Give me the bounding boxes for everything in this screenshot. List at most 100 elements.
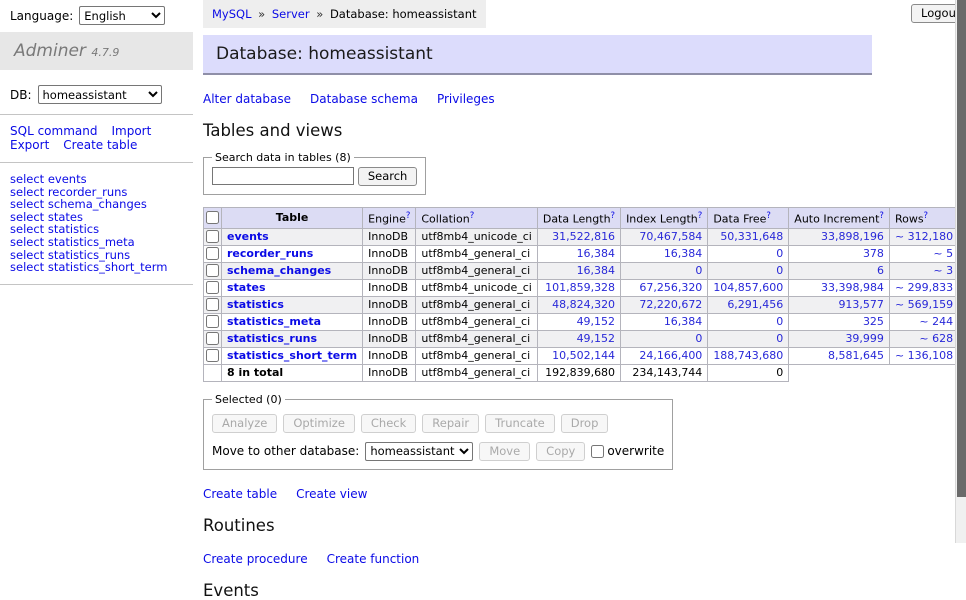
row-checkbox[interactable] [206, 315, 219, 328]
link-select-statistics-short-term[interactable]: select statistics_short_term [10, 261, 193, 274]
copy-button[interactable]: Copy [536, 442, 585, 461]
link-create-view[interactable]: Create view [296, 487, 367, 501]
import-link[interactable]: Import [111, 124, 151, 138]
language-bar: Language: English [0, 0, 193, 25]
row-checkbox[interactable] [206, 230, 219, 243]
table-row: statisticsInnoDButf8mb4_general_ci48,824… [204, 296, 966, 313]
scrollbar-thumb[interactable] [957, 0, 966, 497]
link-create-table[interactable]: Create table [203, 487, 277, 501]
events-heading: Events [203, 581, 955, 600]
row-checkbox[interactable] [206, 298, 219, 311]
table-name-link[interactable]: recorder_runs [227, 247, 313, 260]
divider [0, 162, 193, 163]
row-checkbox[interactable] [206, 332, 219, 345]
selected-fieldset: Selected (0) Analyze Optimize Check Repair T… [203, 393, 673, 470]
table-row: statistics_short_termInnoDButf8mb4_gener… [204, 347, 966, 364]
search-button[interactable]: Search [358, 167, 418, 186]
help-icon[interactable]: ? [766, 211, 771, 221]
row-checkbox[interactable] [206, 247, 219, 260]
table-row: recorder_runsInnoDButf8mb4_general_ci16,… [204, 245, 966, 262]
divider [0, 284, 193, 285]
breadcrumb: MySQL » Server » Database: homeassistant [203, 0, 486, 28]
table-row: statistics_runsInnoDButf8mb4_general_ci4… [204, 330, 966, 347]
sidebar-actions: SQL command Import Export Create table [10, 125, 193, 152]
optimize-button[interactable]: Optimize [283, 414, 355, 433]
column-header-index-length: Index Length? [621, 208, 708, 229]
help-icon[interactable]: ? [924, 211, 929, 221]
table-name-link[interactable]: schema_changes [227, 264, 331, 277]
table-name-link[interactable]: states [227, 281, 266, 294]
sidebar: Language: English Adminer 4.7.9 DB: home… [0, 0, 193, 295]
link-create-procedure[interactable]: Create procedure [203, 552, 308, 566]
breadcrumb-mysql-link[interactable]: MySQL [212, 7, 252, 21]
move-database-select[interactable]: homeassistant [365, 442, 473, 461]
divider [0, 114, 193, 115]
row-checkbox[interactable] [206, 349, 219, 362]
link-select-events[interactable]: select events [10, 173, 193, 186]
row-checkbox[interactable] [206, 281, 219, 294]
help-icon[interactable]: ? [611, 211, 616, 221]
create-table-link[interactable]: Create table [63, 138, 137, 152]
drop-button[interactable]: Drop [561, 414, 609, 433]
overwrite-checkbox[interactable] [591, 445, 604, 458]
column-header-data-free: Data Free? [708, 208, 789, 229]
row-checkbox[interactable] [206, 264, 219, 277]
db-select[interactable]: homeassistant [38, 85, 162, 104]
column-header-data-length: Data Length? [537, 208, 620, 229]
scrollbar[interactable] [955, 0, 966, 543]
help-icon[interactable]: ? [698, 211, 703, 221]
help-icon[interactable]: ? [879, 211, 884, 221]
table-name-link[interactable]: events [227, 230, 269, 243]
link-select-schema-changes[interactable]: select schema_changes [10, 198, 193, 211]
link-create-function[interactable]: Create function [327, 552, 420, 566]
column-header-engine: Engine? [363, 208, 416, 229]
column-header-rows: Rows? [889, 208, 958, 229]
repair-button[interactable]: Repair [422, 414, 479, 433]
selected-buttons: Analyze Optimize Check Repair Truncate Drop [212, 414, 664, 433]
table-name-link[interactable]: statistics_short_term [227, 349, 357, 362]
search-fieldset: Search data in tables (8) Search [203, 151, 426, 195]
table-row: schema_changesInnoDButf8mb4_general_ci16… [204, 262, 966, 279]
help-icon[interactable]: ? [406, 211, 411, 221]
link-alter-database[interactable]: Alter database [203, 92, 291, 106]
tables-heading: Tables and views [203, 121, 955, 140]
move-row: Move to other database: homeassistant Mo… [212, 442, 664, 461]
export-link[interactable]: Export [10, 138, 49, 152]
table-name-link[interactable]: statistics_runs [227, 332, 317, 345]
table-body: eventsInnoDButf8mb4_unicode_ci31,522,816… [204, 228, 966, 381]
sidebar-table-links: select eventsselect recorder_runsselect … [10, 173, 193, 274]
header-checkbox-cell [204, 208, 222, 229]
move-button[interactable]: Move [479, 442, 530, 461]
search-input[interactable] [212, 167, 354, 185]
app-version: 4.7.9 [91, 46, 119, 59]
language-select[interactable]: English [79, 6, 165, 25]
app-logo[interactable]: Adminer 4.7.9 [0, 32, 193, 70]
language-label: Language: [10, 9, 73, 23]
table-name-link[interactable]: statistics_meta [227, 315, 321, 328]
app-name: Adminer [14, 41, 86, 61]
selected-legend: Selected (0) [212, 393, 285, 406]
column-header-auto-increment: Auto Increment? [789, 208, 890, 229]
routines-heading: Routines [203, 516, 955, 535]
page-title: Database: homeassistant [203, 35, 872, 75]
sql-command-link[interactable]: SQL command [10, 124, 97, 138]
table-name-link[interactable]: statistics [227, 298, 284, 311]
analyze-button[interactable]: Analyze [212, 414, 277, 433]
move-label: Move to other database: [212, 444, 359, 458]
link-database-schema[interactable]: Database schema [310, 92, 418, 106]
help-icon[interactable]: ? [470, 211, 475, 221]
column-header-table: Table [222, 208, 363, 229]
breadcrumb-server-link[interactable]: Server [272, 7, 310, 21]
check-button[interactable]: Check [361, 414, 416, 433]
overwrite-option[interactable]: overwrite [591, 444, 664, 458]
link-privileges[interactable]: Privileges [437, 92, 495, 106]
create-links: Create table Create view [203, 487, 955, 501]
link-select-statistics-meta[interactable]: select statistics_meta [10, 236, 193, 249]
db-selector-row: DB: homeassistant [10, 85, 193, 104]
truncate-button[interactable]: Truncate [485, 414, 555, 433]
column-header-collation: Collation? [416, 208, 537, 229]
db-action-links: Alter database Database schema Privileges [203, 92, 955, 106]
select-all-checkbox[interactable] [206, 211, 219, 224]
overwrite-label: overwrite [607, 444, 664, 458]
search-legend: Search data in tables (8) [212, 151, 354, 164]
